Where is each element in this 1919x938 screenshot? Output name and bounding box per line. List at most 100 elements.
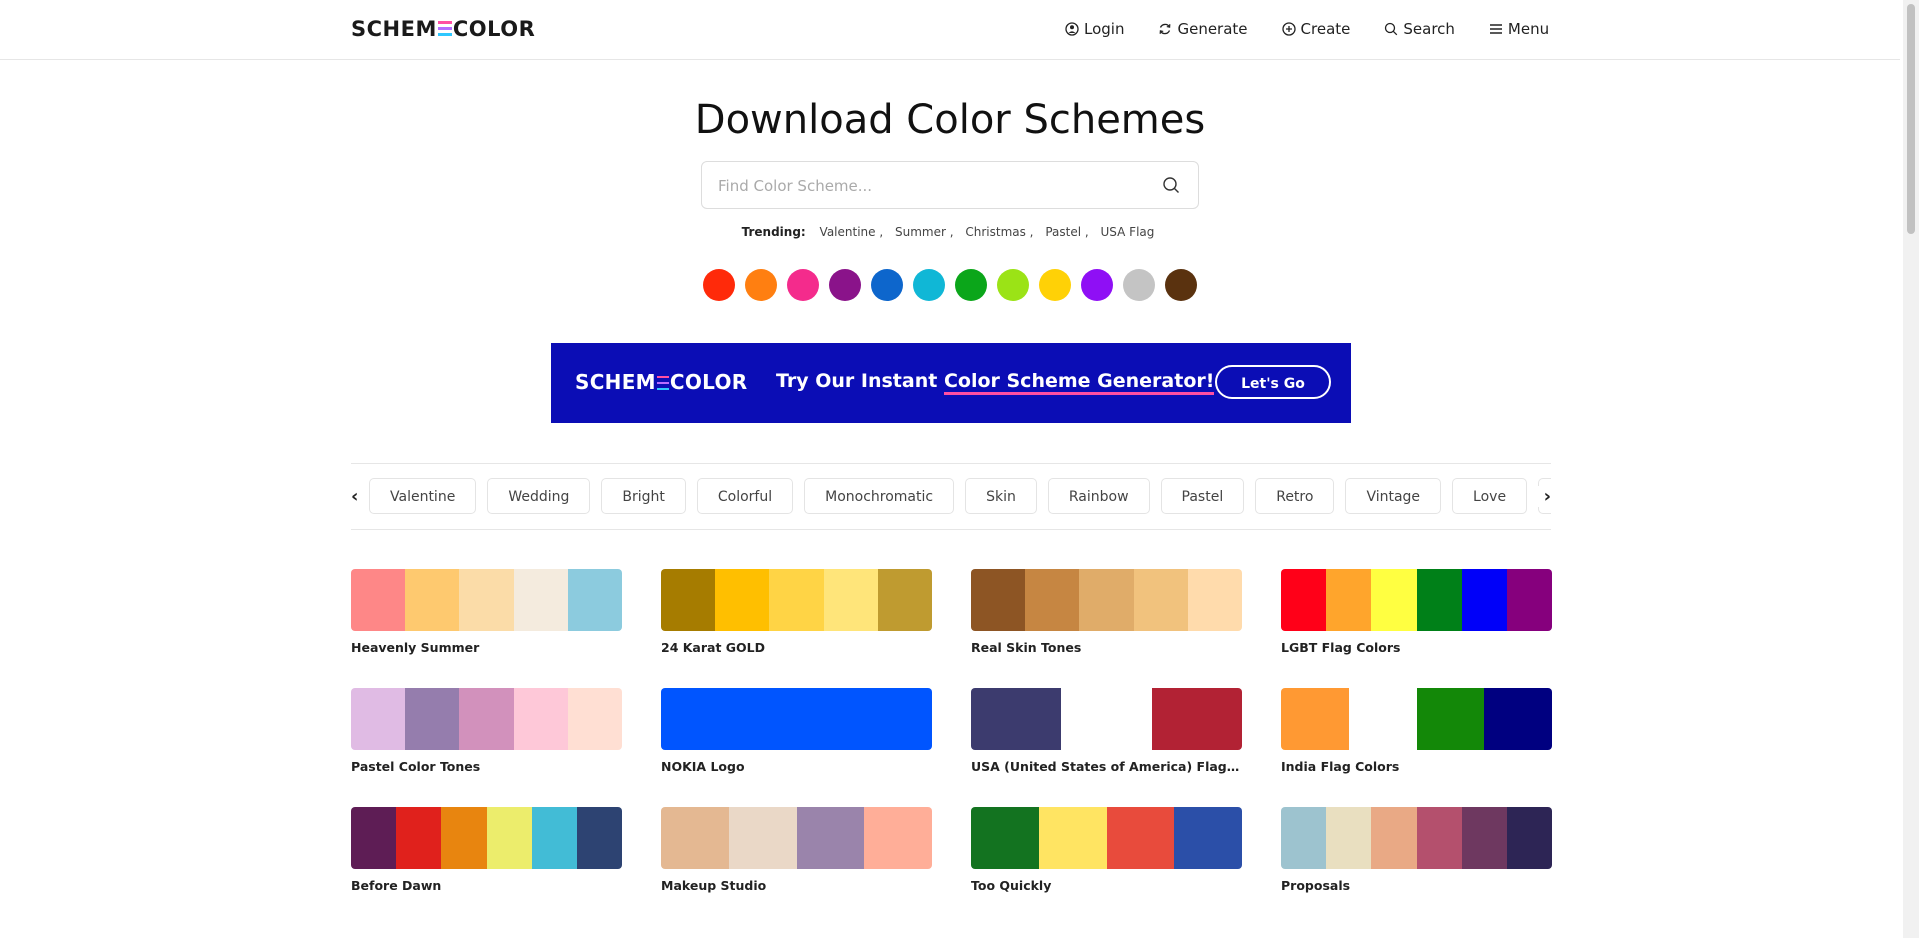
scheme-name[interactable]: USA (United States of America) Flag ... — [971, 759, 1242, 774]
tags-scroll-left-icon[interactable]: ‹ — [351, 486, 358, 507]
color-swatch[interactable] — [913, 269, 945, 301]
category-tag[interactable]: Colorful — [696, 478, 794, 514]
scheme-name[interactable]: LGBT Flag Colors — [1281, 640, 1552, 655]
scrollbar-thumb[interactable] — [1907, 4, 1915, 234]
color-swatch[interactable] — [1081, 269, 1113, 301]
color-swatch[interactable] — [703, 269, 735, 301]
scheme-palette[interactable] — [661, 688, 932, 750]
nav-generate[interactable]: Generate — [1158, 20, 1248, 38]
scheme-palette[interactable] — [971, 688, 1242, 750]
logo-e-mark — [437, 21, 452, 37]
palette-color — [769, 569, 824, 631]
scheme-card[interactable]: India Flag Colors — [1281, 688, 1552, 774]
scheme-palette[interactable] — [971, 807, 1242, 869]
scheme-name[interactable]: Real Skin Tones — [971, 640, 1242, 655]
scheme-name[interactable]: India Flag Colors — [1281, 759, 1552, 774]
scheme-card[interactable]: Heavenly Summer — [351, 569, 622, 655]
color-swatch[interactable] — [1123, 269, 1155, 301]
generator-banner[interactable]: SCHEM COLOR Try Our Instant Color Scheme … — [551, 343, 1351, 423]
palette-color — [823, 569, 878, 631]
scheme-card[interactable]: Before Dawn — [351, 807, 622, 893]
color-swatch[interactable] — [871, 269, 903, 301]
trending-pastel[interactable]: Pastel , — [1045, 225, 1088, 239]
color-swatch[interactable] — [829, 269, 861, 301]
nav-search-label: Search — [1403, 20, 1455, 38]
scheme-name[interactable]: Too Quickly — [971, 878, 1242, 893]
color-swatch[interactable] — [1039, 269, 1071, 301]
scheme-palette[interactable] — [1281, 569, 1552, 631]
scheme-card[interactable]: Too Quickly — [971, 807, 1242, 893]
banner-text-pre: Try Our Instant — [776, 370, 944, 392]
category-tag[interactable]: Bright — [601, 478, 686, 514]
category-tag[interactable]: Valentine — [369, 478, 477, 514]
scheme-palette[interactable] — [351, 807, 622, 869]
scheme-card[interactable]: LGBT Flag Colors — [1281, 569, 1552, 655]
scheme-name[interactable]: Before Dawn — [351, 878, 622, 893]
scheme-palette[interactable] — [971, 569, 1242, 631]
trending-christmas[interactable]: Christmas , — [965, 225, 1033, 239]
scheme-palette[interactable] — [351, 569, 622, 631]
color-filter-swatches — [703, 269, 1197, 301]
nav-menu[interactable]: Menu — [1489, 20, 1549, 38]
trending-summer[interactable]: Summer , — [895, 225, 954, 239]
scheme-name[interactable]: Makeup Studio — [661, 878, 932, 893]
search-icon[interactable] — [1162, 176, 1180, 194]
nav-login[interactable]: Login — [1065, 20, 1124, 38]
logo-text-right: COLOR — [452, 17, 536, 41]
palette-color — [1061, 688, 1152, 750]
scheme-name[interactable]: NOKIA Logo — [661, 759, 932, 774]
nav-login-label: Login — [1084, 20, 1125, 38]
category-tag[interactable]: Rainbow — [1047, 478, 1150, 514]
category-tag[interactable]: Love — [1452, 478, 1528, 514]
palette-color — [715, 569, 770, 631]
palette-color — [661, 807, 729, 869]
color-swatch[interactable] — [955, 269, 987, 301]
nav-create[interactable]: Create — [1281, 20, 1350, 38]
scheme-palette[interactable] — [351, 688, 622, 750]
category-tag[interactable]: Wedding — [487, 478, 591, 514]
scheme-card[interactable]: 24 Karat GOLD — [661, 569, 932, 655]
scheme-card[interactable]: Pastel Color Tones — [351, 688, 622, 774]
scheme-card[interactable]: Proposals — [1281, 807, 1552, 893]
lets-go-button[interactable]: Let's Go — [1215, 365, 1331, 399]
color-swatch[interactable] — [1165, 269, 1197, 301]
page-scrollbar[interactable] — [1903, 0, 1919, 938]
banner-headline: Try Our Instant Color Scheme Generator! — [776, 370, 1215, 395]
category-tag[interactable]: Skin — [965, 478, 1037, 514]
scheme-name[interactable]: Heavenly Summer — [351, 640, 622, 655]
scheme-card[interactable]: Real Skin Tones — [971, 569, 1242, 655]
color-swatch[interactable] — [787, 269, 819, 301]
scheme-name[interactable]: 24 Karat GOLD — [661, 640, 932, 655]
color-swatch[interactable] — [745, 269, 777, 301]
palette-color — [351, 569, 406, 631]
site-logo[interactable]: SCHEM COLOR — [351, 17, 535, 41]
scheme-palette[interactable] — [1281, 688, 1552, 750]
scheme-palette[interactable] — [661, 807, 932, 869]
palette-color — [486, 807, 532, 869]
scheme-name[interactable]: Pastel Color Tones — [351, 759, 622, 774]
palette-color — [1079, 569, 1134, 631]
tags-scroll-right-icon[interactable]: › — [1537, 486, 1551, 507]
scheme-name[interactable]: Proposals — [1281, 878, 1552, 893]
trending-usa-flag[interactable]: USA Flag — [1101, 225, 1155, 239]
scheme-search-box — [701, 161, 1199, 210]
category-tag[interactable]: Retro — [1255, 478, 1335, 514]
scheme-card[interactable]: USA (United States of America) Flag ... — [971, 688, 1242, 774]
banner-logo-right: COLOR — [669, 370, 748, 394]
nav-search[interactable]: Search — [1384, 20, 1455, 38]
palette-color — [1416, 569, 1462, 631]
category-tag[interactable]: Vintage — [1345, 478, 1442, 514]
scheme-palette[interactable] — [1281, 807, 1552, 869]
palette-color — [1484, 688, 1552, 750]
palette-color — [1371, 569, 1417, 631]
scheme-palette[interactable] — [661, 569, 932, 631]
scheme-card[interactable]: NOKIA Logo — [661, 688, 932, 774]
color-swatch[interactable] — [997, 269, 1029, 301]
scheme-search-input[interactable] — [716, 162, 1150, 210]
palette-color — [728, 807, 797, 869]
category-tag[interactable]: Pastel — [1160, 478, 1245, 514]
scheme-card[interactable]: Makeup Studio — [661, 807, 932, 893]
trending-valentine[interactable]: Valentine , — [820, 225, 884, 239]
category-tag[interactable]: Monochromatic — [804, 478, 955, 514]
palette-color — [1281, 569, 1327, 631]
